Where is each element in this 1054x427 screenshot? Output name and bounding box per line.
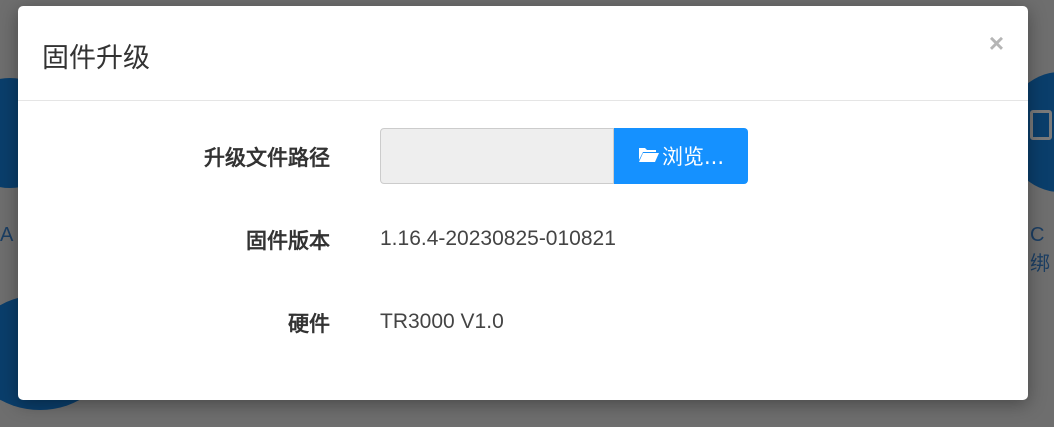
browse-button[interactable]: 浏览... xyxy=(614,128,748,184)
dialog-header: 固件升级 × xyxy=(18,6,1028,101)
firmware-upgrade-dialog: 固件升级 × 升级文件路径 浏览... 固件版本 1.16.4-20230825… xyxy=(18,6,1028,400)
close-icon[interactable]: × xyxy=(989,30,1004,56)
browse-button-label: 浏览... xyxy=(661,145,725,169)
background-label: A xyxy=(0,224,14,246)
folder-open-icon xyxy=(638,144,660,168)
background-label: C绑 xyxy=(1030,224,1050,275)
hardware-value: TR3000 V1.0 xyxy=(380,310,504,333)
upgrade-file-path-row: 升级文件路径 浏览... xyxy=(18,128,1028,184)
firmware-version-label: 固件版本 xyxy=(246,229,330,253)
upgrade-file-path-input[interactable] xyxy=(380,128,614,184)
dialog-title: 固件升级 xyxy=(42,43,150,74)
background-copy-icon xyxy=(1030,110,1052,140)
hardware-label: 硬件 xyxy=(288,312,330,336)
hardware-row: 硬件 TR3000 V1.0 xyxy=(18,294,1028,350)
firmware-version-value: 1.16.4-20230825-010821 xyxy=(380,227,616,250)
firmware-version-row: 固件版本 1.16.4-20230825-010821 xyxy=(18,211,1028,267)
upgrade-file-path-label: 升级文件路径 xyxy=(204,146,330,170)
